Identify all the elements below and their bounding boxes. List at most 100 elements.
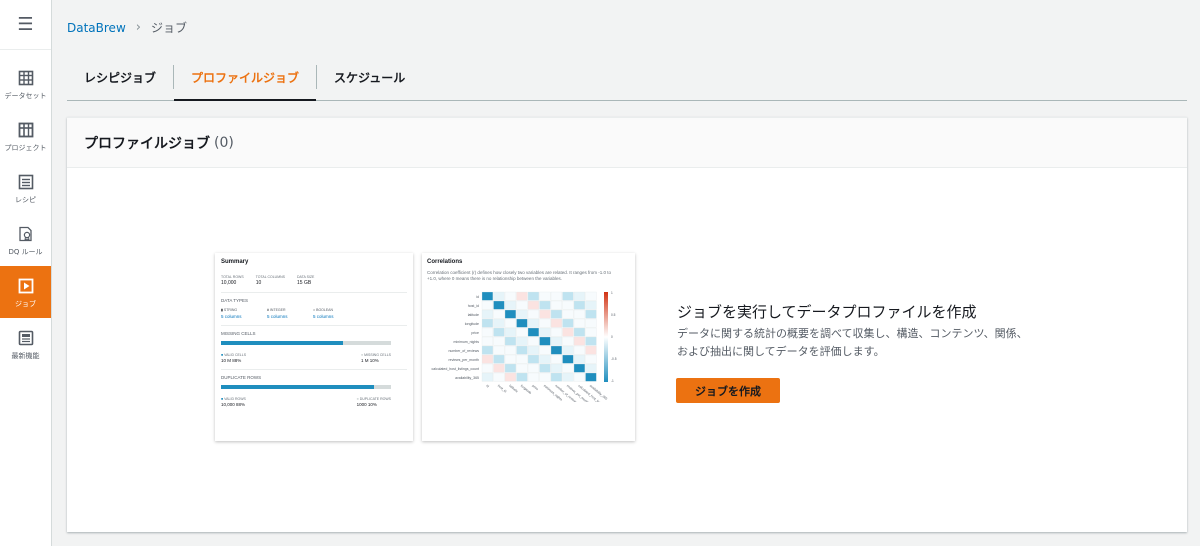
- heatmap-cell: [562, 363, 574, 373]
- heatmap-scale-label: -1: [611, 379, 614, 383]
- heatmap-cell: [562, 345, 574, 355]
- heatmap-cell: [516, 327, 528, 337]
- heatmap-cell: [481, 336, 494, 346]
- heatmap-cell: [562, 354, 574, 364]
- side-nav-rail: ☰ データセット プロジェクト レシピ DQ ルール ジョブ 最新機能: [0, 0, 52, 546]
- breadcrumb: DataBrew › ジョブ: [67, 19, 187, 36]
- create-job-button[interactable]: ジョブを作成: [676, 378, 780, 403]
- heatmap-row-label: reviews_per_month: [448, 358, 479, 362]
- heatmap-cell: [493, 300, 505, 310]
- nav-item-jobs[interactable]: ジョブ: [0, 266, 51, 318]
- job-count: (0): [214, 134, 234, 151]
- heatmap-row-label: number_of_reviews: [448, 349, 479, 353]
- table-icon: [16, 68, 36, 88]
- tab-schedules[interactable]: スケジュール: [317, 54, 422, 100]
- nav-item-recipes[interactable]: レシピ: [0, 162, 51, 214]
- missing-cells-bar-fill: [221, 341, 344, 345]
- heatmap-cell: [516, 336, 528, 346]
- news-icon: [16, 328, 36, 348]
- empty-state-description: データに関する統計の概要を調べて収集し、構造、コンテンツ、関係、 および抽出に関…: [677, 325, 1057, 361]
- heatmap-cell: [504, 300, 517, 310]
- tab-recipe-jobs[interactable]: レシピジョブ: [67, 54, 173, 100]
- panel-title: プロファイルジョブ: [84, 135, 210, 152]
- heatmap-color-scale: [604, 291, 608, 382]
- heatmap-cell: [585, 363, 597, 373]
- heatmap-scale-label: 0.5: [611, 313, 616, 317]
- empty-state-line-1: データに関する統計の概要を調べて収集し、構造、コンテンツ、関係、: [677, 327, 1028, 340]
- nav-item-dq-rules[interactable]: DQ ルール: [0, 214, 51, 266]
- heatmap-cell: [550, 372, 563, 382]
- heatmap-cell: [562, 309, 574, 319]
- nav-item-label: ジョブ: [15, 299, 36, 308]
- hamburger-icon: ☰: [17, 14, 34, 34]
- divider: [221, 369, 407, 370]
- heatmap-col-label: price: [531, 383, 539, 391]
- heatmap-cell: [573, 318, 586, 328]
- heatmap-cell: [516, 291, 528, 301]
- grid-icon: [16, 120, 36, 140]
- heatmap-cell: [562, 336, 574, 346]
- stat-data-size: DATA SIZE 15 GB: [297, 275, 315, 286]
- list-icon: [16, 172, 36, 192]
- heatmap-scale-label: -0.5: [611, 357, 617, 361]
- heatmap-cell: [481, 300, 494, 310]
- heatmap-cell: [550, 336, 563, 346]
- data-types: ▮ STRING 5 columns # INTEGER 5 columns ○ B…: [221, 308, 407, 319]
- heatmap-row-label: longitude: [465, 322, 479, 326]
- heatmap-cell: [481, 291, 494, 301]
- breadcrumb-current: ジョブ: [150, 21, 187, 35]
- heatmap-row-label: availability_365: [455, 376, 479, 380]
- heatmap-row-label: host_id: [468, 304, 479, 308]
- heatmap-cell: [550, 327, 563, 337]
- heatmap-cell: [527, 336, 540, 346]
- heatmap-cell: [573, 327, 586, 337]
- heatmap-row-label: price: [471, 331, 479, 335]
- heatmap-cell: [504, 336, 517, 346]
- duplicate-rows-bar-fill: [221, 385, 374, 389]
- valid-rows: ■ VALID ROWS 10,000 88%: [221, 397, 246, 407]
- heatmap-cell: [585, 309, 597, 319]
- tab-profile-jobs[interactable]: プロファイルジョブ: [174, 54, 317, 101]
- heatmap-cell: [527, 327, 540, 337]
- heatmap-cell: [481, 363, 494, 373]
- heatmap-cell: [504, 318, 517, 328]
- missing-cells: ■ MISSING CELLS 1 M 10%: [361, 353, 391, 363]
- empty-state-line-2: および抽出に関してデータを評価します。: [677, 345, 885, 358]
- divider: [221, 292, 407, 293]
- nav-item-projects[interactable]: プロジェクト: [0, 110, 51, 162]
- breadcrumb-databrew-link[interactable]: DataBrew: [67, 21, 126, 35]
- duplicate-rows-heading: DUPLICATE ROWS: [221, 375, 262, 380]
- valid-cells: ■ VALID CELLS 10 M 88%: [221, 353, 247, 363]
- heatmap-cell: [573, 363, 586, 373]
- heatmap-cell: [527, 300, 540, 310]
- job-type-tabs: レシピジョブ プロファイルジョブ スケジュール: [67, 54, 1187, 101]
- heatmap-row-label: calculated_host_listings_count: [432, 367, 480, 371]
- heatmap-cell: [550, 309, 563, 319]
- heatmap-cell: [562, 372, 574, 382]
- heatmap-cell: [573, 354, 586, 364]
- nav-item-whats-new[interactable]: 最新機能: [0, 318, 51, 370]
- heatmap-cell: [493, 354, 505, 364]
- correlations-description: Correlation coefficient (r) defines how …: [427, 270, 612, 281]
- ruleset-icon: [16, 224, 36, 244]
- heatmap-col-label: latitude: [508, 383, 519, 393]
- heatmap-cell: [539, 363, 551, 373]
- nav-item-label: レシピ: [15, 195, 36, 204]
- type-integer: # INTEGER 5 columns: [267, 308, 288, 319]
- type-boolean: ○ BOOLEAN 5 columns: [313, 308, 334, 319]
- heatmap-cell: [539, 309, 551, 319]
- nav-item-label: DQ ルール: [8, 247, 43, 256]
- heatmap-cell: [539, 318, 551, 328]
- empty-state-title: ジョブを実行してデータプロファイルを作成: [677, 303, 977, 321]
- menu-toggle-button[interactable]: ☰: [0, 0, 51, 50]
- heatmap-cell: [493, 309, 505, 319]
- heatmap-col-label: id: [485, 383, 490, 388]
- heatmap-cell: [573, 300, 586, 310]
- heatmap-col-label: longitude: [520, 383, 533, 395]
- heatmap-cell: [504, 363, 517, 373]
- nav-item-datasets[interactable]: データセット: [0, 58, 51, 110]
- heatmap-cell: [516, 309, 528, 319]
- stat-total-rows: TOTAL ROWS 10,000: [221, 275, 244, 286]
- heatmap-cell: [527, 345, 540, 355]
- heatmap-cell: [481, 327, 494, 337]
